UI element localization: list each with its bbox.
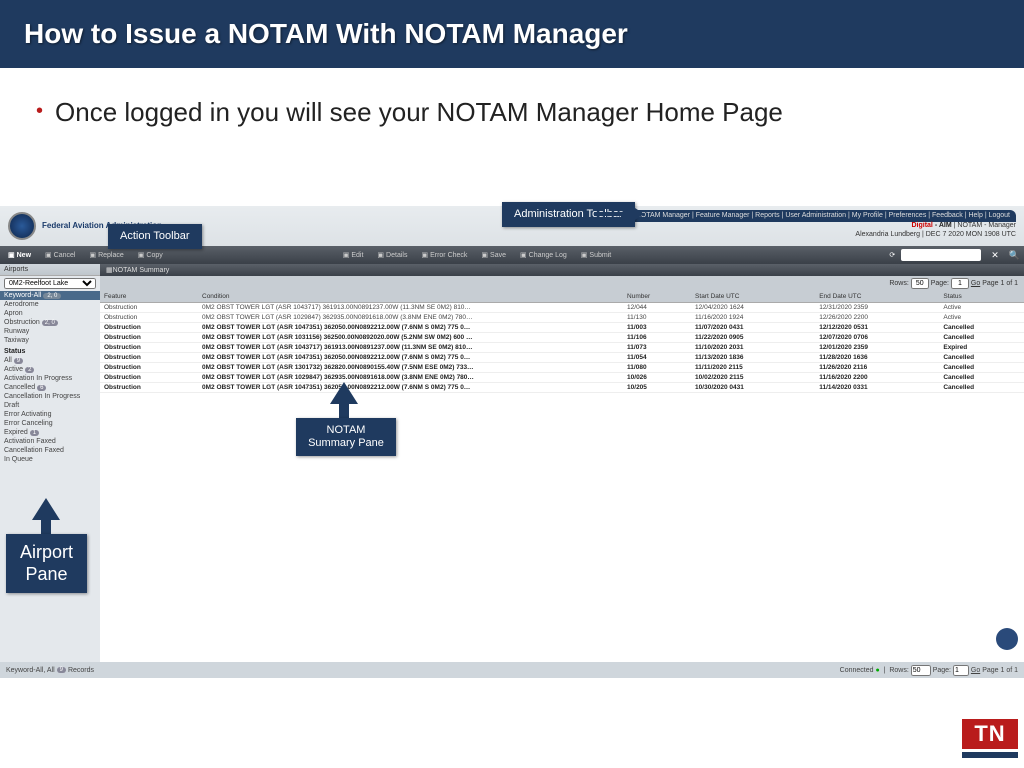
col-condition[interactable]: Condition (198, 291, 623, 303)
pager-top: Rows: Page: Go Page 1 of 1 (100, 276, 1024, 291)
table-row[interactable]: Obstruction0M2 OBST TOWER LGT (ASR 10437… (100, 343, 1024, 353)
changelog-button[interactable]: ▣ Change Log (516, 250, 571, 260)
brand-line: Digital - AIM | NOTAM - Manager (630, 222, 1016, 230)
sidebar-item[interactable]: Apron (0, 309, 100, 318)
table-row[interactable]: Obstruction0M2 OBST TOWER LGT (ASR 10473… (100, 323, 1024, 333)
copy-button[interactable]: ▣ Copy (134, 250, 167, 260)
sidebar-status-item[interactable]: Activation In Progress (0, 374, 100, 383)
tn-logo: TN (962, 719, 1018, 758)
cancel-button[interactable]: ▣ Cancel (41, 250, 79, 260)
sidebar-status-item[interactable]: In Queue (0, 455, 100, 464)
go-button[interactable]: Go (971, 280, 980, 287)
status-header: Status (0, 347, 100, 356)
sidebar-status-item[interactable]: Cancellation Faxed (0, 446, 100, 455)
sidebar-item[interactable]: Obstruction2, 0 (0, 318, 100, 327)
faa-seal-icon (8, 212, 36, 240)
new-button[interactable]: ▣ New (4, 250, 35, 260)
sidebar-status-item[interactable]: Active2 (0, 365, 100, 374)
status-bar: Keyword-All, All 9 Records Connected ● |… (0, 662, 1024, 678)
airport-select[interactable]: 0M2-Reelfoot Lake (4, 278, 96, 289)
sidebar-item[interactable]: Runway (0, 327, 100, 336)
callout-action-toolbar: Action Toolbar (108, 224, 202, 249)
table-row[interactable]: Obstruction0M2 OBST TOWER LGT (ASR 10311… (100, 333, 1024, 343)
page-input[interactable] (951, 278, 969, 289)
notam-table: Feature Condition Number Start Date UTC … (100, 291, 1024, 393)
app-screenshot: Federal Aviation Administration NOTAM Ma… (0, 206, 1024, 678)
sidebar-status-item[interactable]: Expired1 (0, 428, 100, 437)
footer-rows-input[interactable] (911, 665, 931, 676)
errorcheck-button[interactable]: ▣ Error Check (417, 250, 471, 260)
sidebar-status-item[interactable]: Error Activating (0, 410, 100, 419)
edit-button[interactable]: ▣ Edit (339, 250, 368, 260)
sidebar-status-item[interactable]: Activation Faxed (0, 437, 100, 446)
sidebar-status-item[interactable]: All9 (0, 356, 100, 365)
table-row[interactable]: Obstruction0M2 OBST TOWER LGT (ASR 10473… (100, 353, 1024, 363)
slide-body: • Once logged in you will see your NOTAM… (0, 68, 1024, 141)
col-end[interactable]: End Date UTC (815, 291, 939, 303)
airport-pane: Airports 0M2-Reelfoot Lake Keyword-All 2… (0, 264, 100, 662)
col-start[interactable]: Start Date UTC (691, 291, 815, 303)
user-date-line: Alexandria Lundberg | DEC 7 2020 MON 190… (630, 231, 1016, 239)
details-button[interactable]: ▣ Details (373, 250, 411, 260)
arrow-right-icon (594, 212, 634, 216)
keyword-all-row[interactable]: Keyword-All 2, 0 (0, 291, 100, 300)
col-number[interactable]: Number (623, 291, 691, 303)
sidebar-status-item[interactable]: Cancelled6 (0, 383, 100, 392)
airports-header: Airports (0, 264, 100, 276)
sidebar-status-item[interactable]: Error Canceling (0, 419, 100, 428)
slide-title: How to Issue a NOTAM With NOTAM Manager (24, 18, 1000, 50)
footer-page-input[interactable] (953, 665, 969, 676)
refresh-icon[interactable]: ⟳ (889, 251, 895, 259)
search-input[interactable] (901, 249, 981, 261)
submit-button[interactable]: ▣ Submit (577, 250, 615, 260)
arrow-up-icon-2 (32, 498, 60, 520)
sidebar-status-item[interactable]: Cancellation In Progress (0, 392, 100, 401)
table-row[interactable]: Obstruction0M2 OBST TOWER LGT (ASR 10298… (100, 313, 1024, 323)
callout-summary-pane: NOTAMSummary Pane (296, 418, 396, 456)
table-row[interactable]: Obstruction0M2 OBST TOWER LGT (ASR 10298… (100, 373, 1024, 383)
table-row[interactable]: Obstruction0M2 OBST TOWER LGT (ASR 10437… (100, 303, 1024, 313)
table-row[interactable]: Obstruction0M2 OBST TOWER LGT (ASR 10473… (100, 383, 1024, 393)
clear-icon[interactable]: ✕ (991, 250, 999, 261)
save-button[interactable]: ▣ Save (477, 250, 510, 260)
slide-title-bar: How to Issue a NOTAM With NOTAM Manager (0, 0, 1024, 68)
col-status[interactable]: Status (939, 291, 1024, 303)
bullet-text: Once logged in you will see your NOTAM M… (55, 96, 783, 129)
footer-go[interactable]: Go (971, 667, 980, 674)
notam-summary-pane: ▦ NOTAM Summary Rows: Page: Go Page 1 of… (100, 264, 1024, 662)
col-feature[interactable]: Feature (100, 291, 198, 303)
sidebar-status-item[interactable]: Draft (0, 401, 100, 410)
bullet-icon: • (36, 96, 43, 129)
sidebar-item[interactable]: Aerodrome (0, 300, 100, 309)
arrow-up-icon (330, 382, 358, 404)
admin-nav[interactable]: NOTAM Manager | Feature Manager | Report… (630, 210, 1016, 222)
chat-icon[interactable] (996, 628, 1018, 650)
summary-header: ▦ NOTAM Summary (100, 264, 1024, 276)
replace-button[interactable]: ▣ Replace (85, 250, 127, 260)
table-row[interactable]: Obstruction0M2 OBST TOWER LGT (ASR 13017… (100, 363, 1024, 373)
sidebar-item[interactable]: Taxiway (0, 336, 100, 345)
rows-input[interactable] (911, 278, 929, 289)
search-icon[interactable]: 🔍 (1009, 250, 1020, 261)
callout-airport-pane: AirportPane (6, 534, 87, 593)
